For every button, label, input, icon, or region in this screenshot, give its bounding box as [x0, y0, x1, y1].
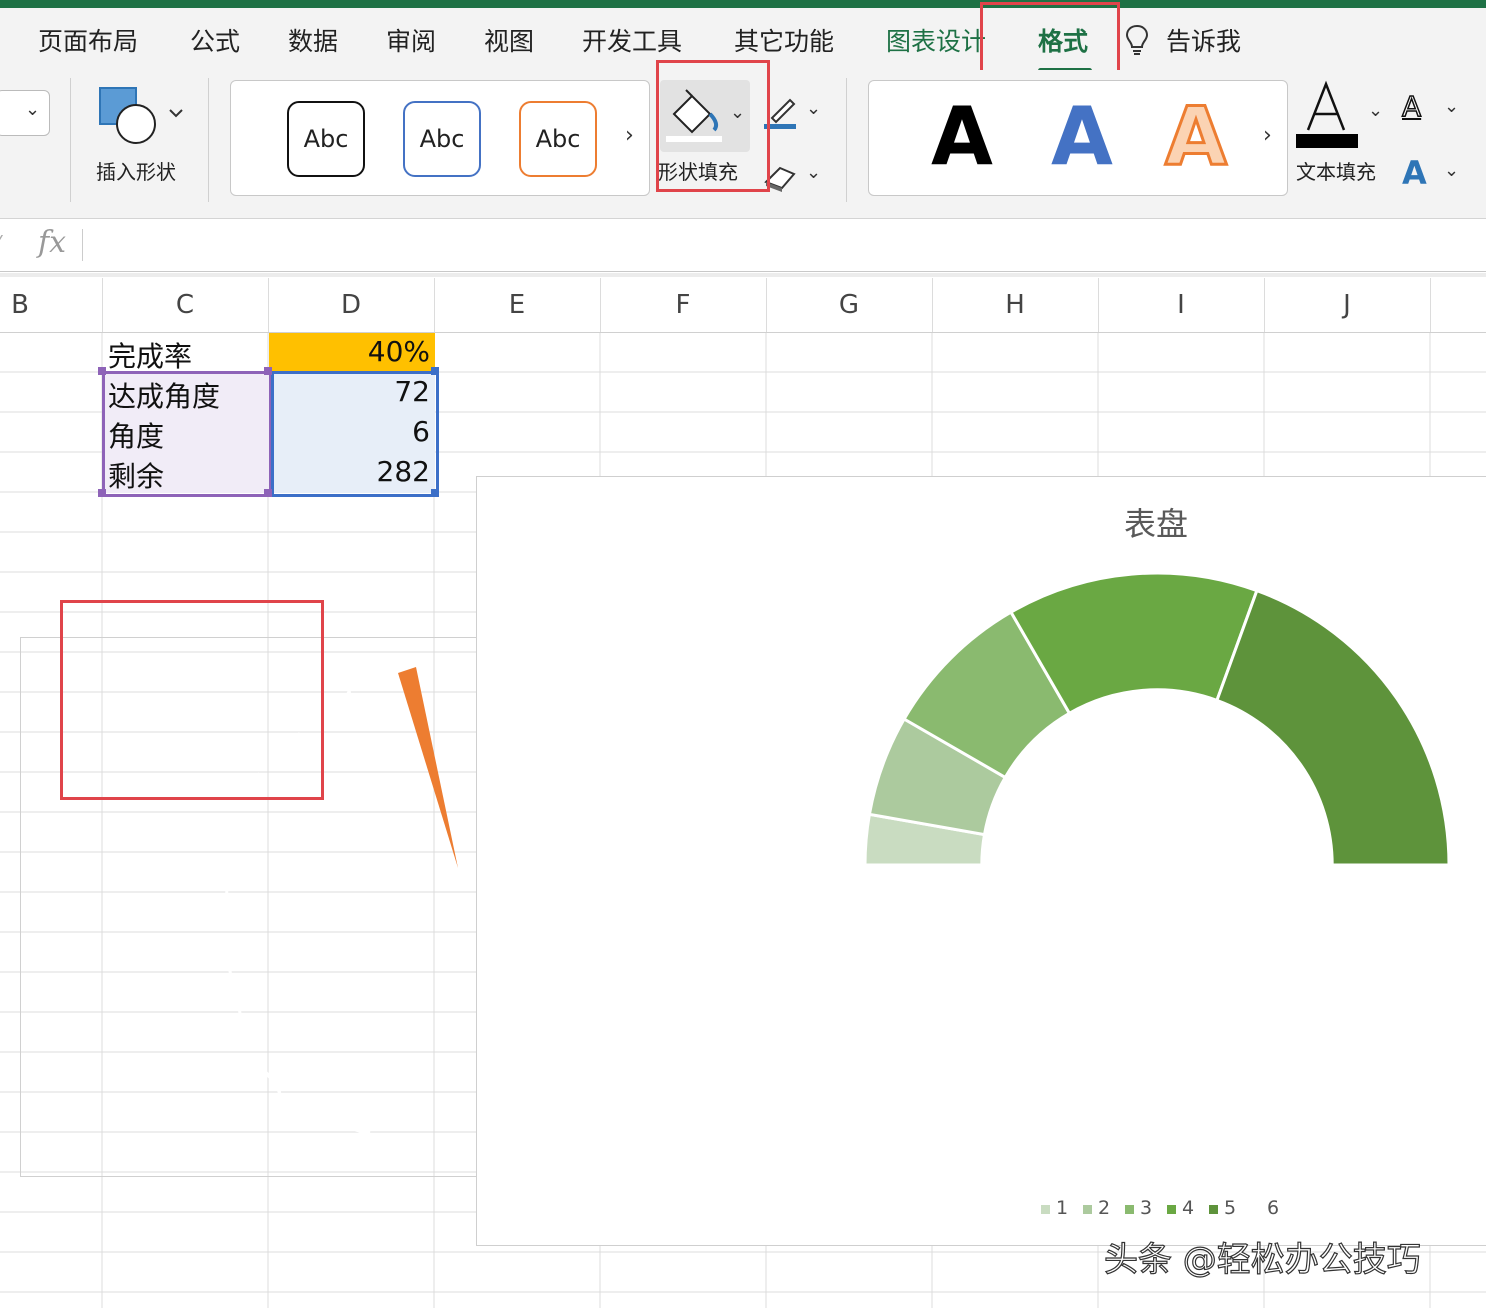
- tab-other-functions[interactable]: 其它功能: [734, 22, 834, 58]
- divider: [846, 78, 847, 202]
- legend-swatch: [1209, 1205, 1218, 1214]
- text-effects-button[interactable]: A ⌄: [1400, 154, 1464, 194]
- chevron-down-icon: ⌄: [1444, 160, 1460, 181]
- insert-shape-label: 插入形状: [96, 160, 176, 184]
- insert-shape-icon: [99, 87, 183, 144]
- shape-style-black[interactable]: Abc: [287, 101, 365, 177]
- formula-bar-border: [0, 273, 1486, 277]
- text-fill-button[interactable]: ⌄: [1294, 78, 1384, 154]
- selection-handle[interactable]: [264, 489, 272, 497]
- legend-label: 3: [1140, 1197, 1153, 1219]
- chevron-down-icon: ⌄: [806, 162, 822, 183]
- formula-bar: ⁄ fx: [0, 219, 1486, 272]
- selection-handle[interactable]: [264, 367, 272, 375]
- chevron-down-icon: ⌄: [1368, 100, 1384, 121]
- text-effects-icon: A: [1402, 154, 1427, 192]
- legend-entry: 4: [1167, 1197, 1194, 1219]
- chevron-down-icon: ⌄: [1444, 96, 1460, 117]
- legend-entry: 6: [1267, 1197, 1279, 1219]
- window-accent-bar: [0, 0, 1486, 8]
- legend-entry: 5: [1209, 1197, 1236, 1219]
- column-header-b[interactable]: B: [0, 290, 40, 320]
- column-header-j[interactable]: J: [1264, 290, 1430, 320]
- gauge-segment-5[interactable]: [1214, 588, 1451, 867]
- shape-styles-gallery: Abc Abc Abc ›: [230, 80, 650, 196]
- legend-swatch: [1041, 1205, 1050, 1214]
- text-outline-icon: A: [1401, 89, 1422, 124]
- tab-developer[interactable]: 开发工具: [582, 22, 682, 58]
- cell-label[interactable]: 达成角度: [108, 375, 220, 415]
- text-fill-label: 文本填充: [1296, 160, 1376, 184]
- divider: [208, 78, 209, 202]
- tab-review[interactable]: 审阅: [386, 22, 436, 58]
- selection-handle[interactable]: [98, 367, 106, 375]
- cell-value[interactable]: 40%: [272, 335, 430, 368]
- shape-style-orange[interactable]: Abc: [519, 101, 597, 177]
- column-header-g[interactable]: G: [766, 290, 932, 320]
- highlight-box-chart-area: [60, 600, 324, 800]
- divider: [70, 78, 71, 202]
- legend-label: 5: [1224, 1197, 1237, 1219]
- pointer-needle: [398, 667, 458, 868]
- gauge-chart[interactable]: 表盘 1 2 3 4 5 6: [476, 476, 1486, 1246]
- cell-label[interactable]: 剩余: [108, 455, 164, 495]
- legend-label: 4: [1182, 1197, 1195, 1219]
- gallery-more-icon[interactable]: ›: [625, 123, 634, 148]
- column-header-h[interactable]: H: [932, 290, 1098, 320]
- chevron-down-icon: ⌄: [806, 98, 822, 119]
- cell-value[interactable]: 6: [272, 415, 430, 448]
- column-header-c[interactable]: C: [102, 290, 268, 320]
- insert-shape-button[interactable]: [96, 86, 186, 152]
- text-fill-icon: [1296, 80, 1358, 148]
- cell-value[interactable]: 72: [272, 375, 430, 408]
- tab-view[interactable]: 视图: [484, 22, 534, 58]
- tab-chart-design[interactable]: 图表设计: [886, 22, 986, 58]
- tab-formulas[interactable]: 公式: [190, 22, 240, 58]
- highlight-box-shape-fill: [656, 60, 770, 192]
- tab-page-layout[interactable]: 页面布局: [38, 22, 138, 58]
- column-header-d[interactable]: D: [268, 290, 434, 320]
- tab-tell-me[interactable]: 告诉我: [1166, 22, 1241, 58]
- lightbulb-icon: [1124, 24, 1150, 60]
- divider: [82, 229, 83, 261]
- legend-label: 2: [1098, 1197, 1111, 1219]
- selection-handle[interactable]: [98, 489, 106, 497]
- column-header-f[interactable]: F: [600, 290, 766, 320]
- column-header-e[interactable]: E: [434, 290, 600, 320]
- cell-label[interactable]: 角度: [108, 415, 164, 455]
- legend-label: 1: [1056, 1197, 1069, 1219]
- gallery-more-icon[interactable]: ›: [1263, 123, 1272, 148]
- cell-value[interactable]: 282: [272, 455, 430, 488]
- gauge-plot: [863, 571, 1451, 867]
- ribbon-format: ⌄ 插入形状 Abc Abc Abc › ⌄ 形状填充 ⌄ ⌄ A A A › …: [0, 60, 1486, 219]
- column-divider: [1430, 278, 1431, 332]
- wordart-style-black[interactable]: A: [931, 97, 993, 177]
- shape-outline-button[interactable]: ⌄: [762, 92, 826, 132]
- column-header-i[interactable]: I: [1098, 290, 1264, 320]
- fx-icon[interactable]: fx: [38, 225, 66, 260]
- legend-swatch: [1083, 1205, 1092, 1214]
- chevron-down-icon: ⌄: [25, 99, 41, 120]
- legend-swatch: [1167, 1205, 1176, 1214]
- selection-handle[interactable]: [431, 489, 439, 497]
- watermark-text: 头条 @轻松办公技巧: [1103, 1239, 1421, 1280]
- element-selector-dropdown[interactable]: ⌄: [0, 90, 50, 136]
- selection-handle[interactable]: [431, 367, 439, 375]
- column-headers: B C D E F G H I J: [0, 278, 1486, 333]
- legend-entry: 1: [1041, 1197, 1068, 1219]
- legend-swatch: [1125, 1205, 1134, 1214]
- legend-label: 6: [1267, 1197, 1280, 1219]
- shape-effects-button[interactable]: ⌄: [762, 156, 826, 196]
- wordart-style-orange-outline[interactable]: A: [1164, 95, 1229, 178]
- cell-label[interactable]: 完成率: [108, 335, 192, 375]
- wordart-style-blue[interactable]: A: [1051, 97, 1113, 177]
- wordart-styles-gallery: A A A ›: [868, 80, 1288, 196]
- tab-data[interactable]: 数据: [288, 22, 338, 58]
- text-outline-button[interactable]: A ⌄: [1400, 89, 1464, 130]
- legend-entry: 2: [1083, 1197, 1110, 1219]
- legend-entry: 3: [1125, 1197, 1152, 1219]
- shape-style-blue[interactable]: Abc: [403, 101, 481, 177]
